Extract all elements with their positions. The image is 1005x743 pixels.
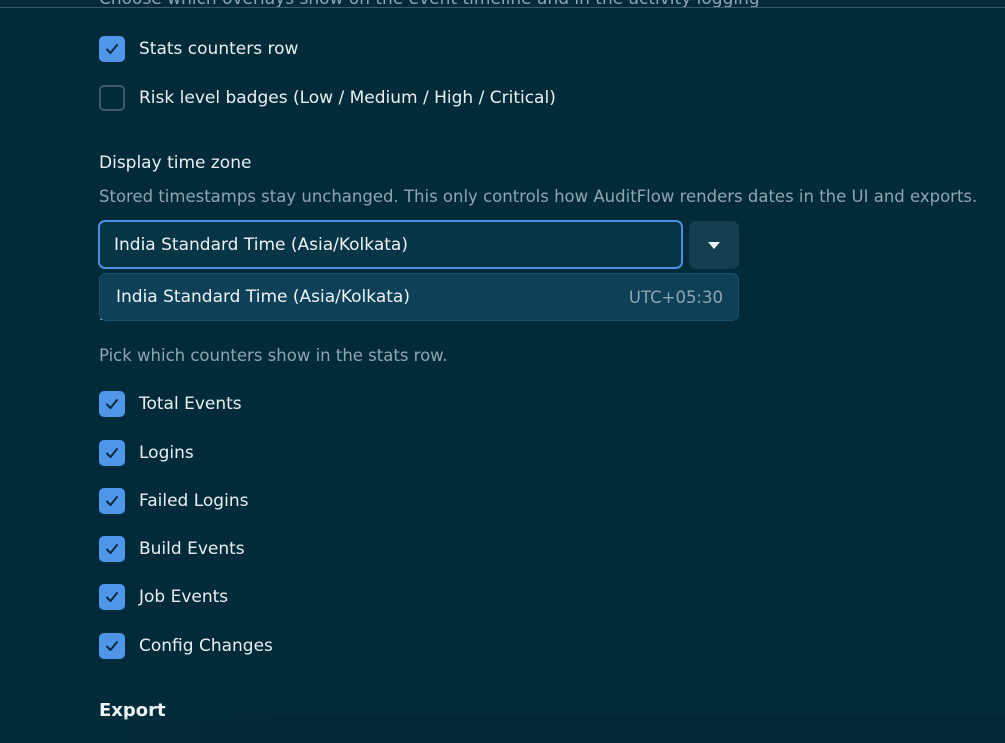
timezone-option[interactable]: India Standard Time (Asia/Kolkata) UTC+0… (99, 273, 739, 321)
metric-total-events-option[interactable]: Total Events (99, 390, 242, 418)
metric-config-changes-label: Config Changes (139, 636, 273, 656)
metric-build-events-option[interactable]: Build Events (99, 535, 245, 563)
timezone-help: Stored timestamps stay unchanged. This o… (99, 187, 978, 206)
metric-job-events-option[interactable]: Job Events (99, 583, 228, 611)
metric-total-events-label: Total Events (139, 394, 242, 414)
stats-counters-option[interactable]: Stats counters row (99, 35, 298, 63)
risk-badges-option[interactable]: Risk level badges (Low / Medium / High /… (99, 84, 556, 112)
metric-failed-logins-label: Failed Logins (139, 491, 249, 511)
metric-build-events-label: Build Events (139, 539, 245, 559)
metric-logins-option[interactable]: Logins (99, 439, 194, 467)
timezone-input[interactable]: India Standard Time (Asia/Kolkata) (98, 220, 683, 269)
checkmark-icon (106, 641, 118, 651)
stats-counters-checkbox[interactable] (99, 36, 125, 62)
metric-config-changes-option[interactable]: Config Changes (99, 632, 273, 660)
metric-job-events-checkbox[interactable] (99, 584, 125, 610)
metric-failed-logins-checkbox[interactable] (99, 488, 125, 514)
metric-build-events-checkbox[interactable] (99, 536, 125, 562)
metric-config-changes-checkbox[interactable] (99, 633, 125, 659)
timezone-value: India Standard Time (Asia/Kolkata) (114, 234, 408, 255)
metric-cards-help: Pick which counters show in the stats ro… (99, 346, 448, 365)
metric-failed-logins-option[interactable]: Failed Logins (99, 487, 248, 515)
metric-total-events-checkbox[interactable] (99, 391, 125, 417)
checkmark-icon (106, 448, 118, 458)
settings-page: Choose which overlays show on the event … (0, 0, 1005, 743)
risk-badges-checkbox[interactable] (99, 85, 125, 111)
timezone-dropdown-button[interactable] (689, 221, 739, 269)
timezone-option-offset: UTC+05:30 (628, 287, 723, 307)
timezone-option-name: India Standard Time (Asia/Kolkata) (116, 287, 410, 307)
checkmark-icon (106, 399, 118, 409)
risk-badges-label: Risk level badges (Low / Medium / High /… (139, 88, 556, 108)
timezone-label: Display time zone (99, 153, 252, 173)
caret-down-icon (708, 241, 720, 249)
top-divider (0, 7, 1005, 8)
checkmark-icon (106, 44, 118, 54)
checkmark-icon (106, 544, 118, 554)
metric-logins-label: Logins (139, 443, 194, 463)
metric-logins-checkbox[interactable] (99, 440, 125, 466)
checkmark-icon (106, 592, 118, 602)
checkmark-icon (106, 496, 118, 506)
stats-counters-label: Stats counters row (139, 39, 299, 59)
bottom-fade (100, 717, 1005, 743)
metric-job-events-label: Job Events (139, 587, 229, 607)
